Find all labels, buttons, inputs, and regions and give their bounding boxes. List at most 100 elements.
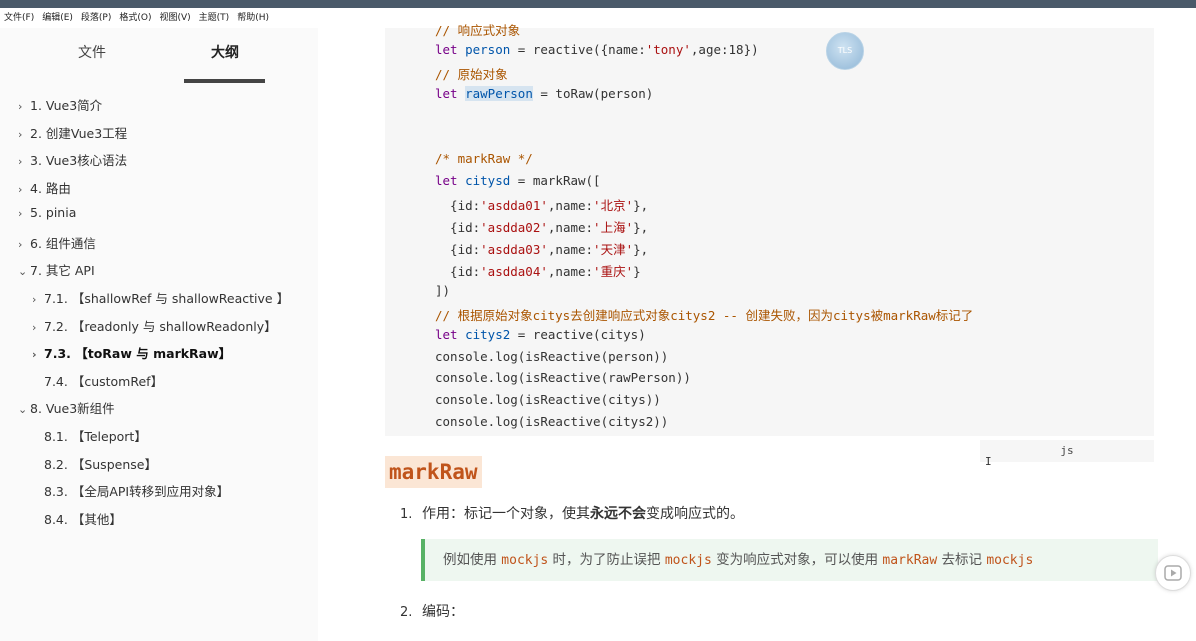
play-button[interactable] — [1155, 555, 1191, 591]
section-heading: markRaw — [385, 456, 482, 488]
code-token: {id: — [435, 263, 481, 279]
code-line: let rawPerson = toRaw(person) — [435, 85, 654, 101]
code-token: ,age:18}) — [690, 41, 759, 57]
list-text: 变成响应式的。 — [646, 506, 744, 522]
outline-item-label: 7.3. 【toRaw 与 markRaw】 — [44, 346, 232, 361]
menu-item[interactable]: 视图(V) — [159, 8, 190, 28]
quote-text-segment: 例如使用 — [443, 552, 502, 568]
code-token: }, — [633, 220, 649, 236]
outline-item-label: 5. pinia — [30, 205, 77, 220]
quote-text-segment: 时，为了防止误把 — [548, 552, 665, 568]
code-line: let citysd = markRaw([ — [435, 173, 601, 188]
menu-item[interactable]: 格式(O) — [119, 8, 151, 28]
outline-item-label: 7.1. 【shallowRef 与 shallowReactive 】 — [44, 291, 290, 306]
tab-files[interactable]: 文件 — [78, 42, 106, 62]
inline-code: mockjs — [664, 553, 712, 568]
code-token: 'tony' — [645, 41, 691, 57]
outline-item-label: 8. Vue3新组件 — [30, 401, 115, 416]
outline-item[interactable]: ⌄ 8. Vue3新组件 — [18, 398, 115, 417]
chevron-right-icon[interactable]: › — [18, 207, 30, 220]
chevron-right-icon[interactable]: › — [18, 155, 30, 168]
chevron-right-icon[interactable]: › — [18, 183, 30, 196]
outline-item[interactable]: 8.3. 【全局API转移到应用对象】 — [32, 481, 229, 500]
outline-item[interactable]: › 2. 创建Vue3工程 — [18, 123, 127, 142]
chevron-down-icon[interactable]: ⌄ — [18, 403, 30, 416]
code-token: citys2 — [465, 326, 511, 342]
code-token: = reactive(citys) — [510, 326, 646, 342]
list-text: 编码： — [422, 604, 464, 620]
chevron-right-icon[interactable]: › — [32, 348, 44, 361]
outline-item[interactable]: 7.4. 【customRef】 — [32, 371, 163, 390]
code-token: rawPerson — [465, 85, 533, 101]
outline-item-label: 6. 组件通信 — [30, 236, 96, 251]
blockquote-text: 例如使用 mockjs 时，为了防止误把 mockjs 变为响应式对象，可以使用… — [443, 539, 1033, 582]
code-line: ]) — [435, 283, 450, 298]
outline-item[interactable]: › 3. Vue3核心语法 — [18, 150, 127, 169]
code-token: {id: — [435, 198, 481, 214]
code-line: console.log(isReactive(citys)) — [435, 392, 661, 407]
code-token: let — [435, 173, 466, 189]
code-token: = toRaw(person) — [532, 85, 654, 101]
chevron-right-icon[interactable]: › — [18, 128, 30, 141]
play-icon — [1164, 565, 1182, 581]
outline-item[interactable]: › 7.3. 【toRaw 与 markRaw】 — [32, 343, 231, 362]
code-token: // 原始对象 — [435, 66, 508, 82]
chevron-right-icon[interactable]: › — [32, 321, 44, 334]
code-token: '上海' — [593, 220, 634, 236]
code-line: // 原始对象 — [435, 64, 508, 83]
menu-item[interactable]: 帮助(H) — [237, 8, 269, 28]
code-token: ,name: — [547, 220, 594, 236]
outline-item[interactable]: › 7.2. 【readonly 与 shallowReadonly】 — [32, 316, 277, 335]
active-tab-indicator — [184, 79, 265, 83]
menu-item[interactable]: 段落(P) — [81, 8, 111, 28]
code-line: // 响应式对象 — [435, 20, 520, 39]
avatar-text: TLS — [837, 46, 853, 55]
chevron-right-icon[interactable]: › — [18, 100, 30, 113]
list-item: 2. 编码： — [400, 601, 464, 621]
outline-item-label: 4. 路由 — [30, 181, 71, 196]
outline-item-label: 1. Vue3简介 — [30, 98, 103, 113]
outline-item-label: 3. Vue3核心语法 — [30, 153, 128, 168]
blockquote: 例如使用 mockjs 时，为了防止误把 mockjs 变为响应式对象，可以使用… — [421, 539, 1158, 581]
outline-item[interactable]: 8.2. 【Suspense】 — [32, 454, 157, 473]
outline-item[interactable]: 8.1. 【Teleport】 — [32, 426, 147, 445]
outline-item-label: 7. 其它 API — [30, 263, 95, 278]
code-line: {id:'asdda02',name:'上海'}, — [435, 217, 648, 236]
code-line: console.log(isReactive(rawPerson)) — [435, 370, 691, 385]
outline-item[interactable]: › 5. pinia — [18, 205, 76, 220]
outline-item-label: 8.3. 【全局API转移到应用对象】 — [44, 484, 230, 499]
sidebar: 文件 大纲 › 1. Vue3简介 › 2. 创建Vue3工程 › 3. Vue3核心语法… — [0, 28, 319, 641]
list-item: 1. 作用：标记一个对象，使其永远不会变成响应式的。 — [400, 503, 744, 523]
menu-item[interactable]: 文件(F) — [4, 8, 34, 28]
code-token: /* markRaw */ — [435, 151, 533, 167]
menu-item[interactable]: 编辑(E) — [42, 8, 73, 28]
outline-item[interactable]: 8.4. 【其他】 — [32, 509, 122, 528]
menu-item[interactable]: 主题(T) — [199, 8, 230, 28]
code-token: ,name: — [547, 242, 594, 257]
outline-item[interactable]: › 7.1. 【shallowRef 与 shallowReactive 】 — [32, 288, 289, 307]
code-token: ,name: — [547, 198, 594, 214]
tab-outline[interactable]: 大纲 — [211, 42, 239, 62]
code-token: // 响应式对象 — [435, 23, 521, 38]
code-token: console.log(isReactive(citys2)) — [435, 414, 669, 430]
code-token: console.log(isReactive(rawPerson)) — [435, 370, 691, 386]
outline-item-label: 8.2. 【Suspense】 — [44, 457, 157, 472]
chevron-right-icon[interactable]: › — [32, 293, 44, 306]
chevron-right-icon[interactable]: › — [18, 238, 30, 251]
window-titlebar — [0, 0, 1196, 8]
sidebar-tabs: 文件 大纲 — [0, 42, 318, 83]
code-line: /* markRaw */ — [435, 151, 533, 166]
code-token: }, — [633, 198, 649, 214]
outline-item[interactable]: ⌄ 7. 其它 API — [18, 260, 95, 279]
chevron-down-icon[interactable]: ⌄ — [18, 265, 30, 278]
code-language-label[interactable]: js — [980, 440, 1154, 462]
outline-item-label: 8.1. 【Teleport】 — [44, 429, 147, 444]
text-cursor-icon: I — [985, 455, 992, 468]
code-token: citysd — [465, 173, 511, 189]
outline-item[interactable]: › 4. 路由 — [18, 178, 71, 197]
outline-item[interactable]: › 6. 组件通信 — [18, 233, 96, 252]
code-token: '天津' — [593, 242, 634, 257]
inline-code: markRaw — [882, 553, 938, 568]
list-text-bold: 永远不会 — [590, 506, 646, 522]
outline-item[interactable]: › 1. Vue3简介 — [18, 95, 102, 114]
